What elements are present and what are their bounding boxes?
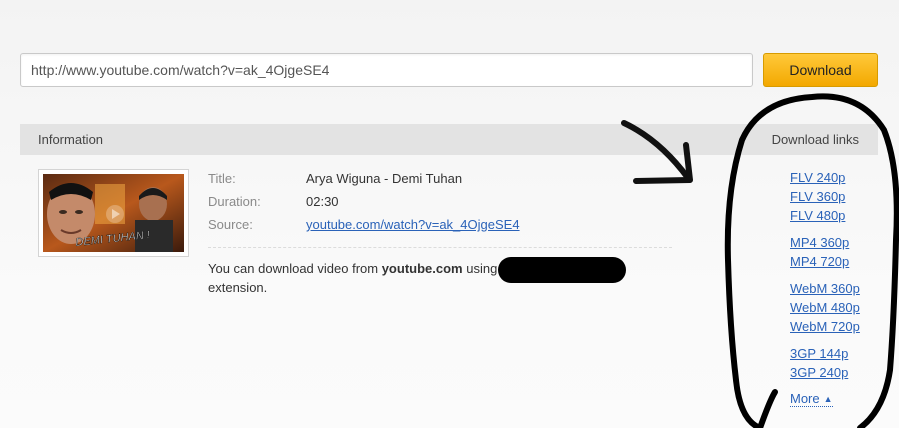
- note-site: youtube.com: [381, 261, 463, 276]
- information-header-bar: Information Download links: [20, 124, 878, 155]
- download-link-flv-480p[interactable]: FLV 480p: [790, 208, 845, 223]
- more-formats-link[interactable]: More ▲: [790, 392, 833, 407]
- duration-value: 02:30: [306, 194, 339, 209]
- more-label: More: [790, 391, 820, 406]
- caret-up-icon: ▲: [823, 394, 833, 404]
- download-link-mp4-360p[interactable]: MP4 360p: [790, 235, 849, 250]
- redaction-mark: [498, 257, 626, 283]
- source-link[interactable]: youtube.com/watch?v=ak_4OjgeSE4: [306, 217, 520, 232]
- download-button[interactable]: Download: [763, 53, 878, 87]
- download-link-flv-240p[interactable]: FLV 240p: [790, 170, 845, 185]
- download-link-webm-480p[interactable]: WebM 480p: [790, 300, 860, 315]
- thumbnail-image: DEMI TUHAN !: [43, 174, 184, 252]
- download-link-3gp-144p[interactable]: 3GP 144p: [790, 346, 848, 361]
- video-thumbnail[interactable]: DEMI TUHAN !: [38, 169, 189, 257]
- information-heading: Information: [38, 132, 104, 147]
- divider: [208, 247, 672, 248]
- download-link-mp4-720p[interactable]: MP4 720p: [790, 254, 849, 269]
- download-link-3gp-240p[interactable]: 3GP 240p: [790, 365, 848, 380]
- download-link-webm-360p[interactable]: WebM 360p: [790, 281, 860, 296]
- download-link-webm-720p[interactable]: WebM 720p: [790, 319, 860, 334]
- note-middle: using: [462, 261, 498, 276]
- duration-label: Duration:: [208, 194, 261, 209]
- download-link-flv-360p[interactable]: FLV 360p: [790, 189, 845, 204]
- url-input[interactable]: [20, 53, 753, 87]
- title-value: Arya Wiguna - Demi Tuhan: [306, 171, 463, 186]
- note-suffix: extension.: [208, 280, 268, 295]
- source-label: Source:: [208, 217, 253, 232]
- title-label: Title:: [208, 171, 236, 186]
- download-links-heading: Download links: [771, 132, 859, 147]
- note-prefix: You can download video from: [208, 261, 382, 276]
